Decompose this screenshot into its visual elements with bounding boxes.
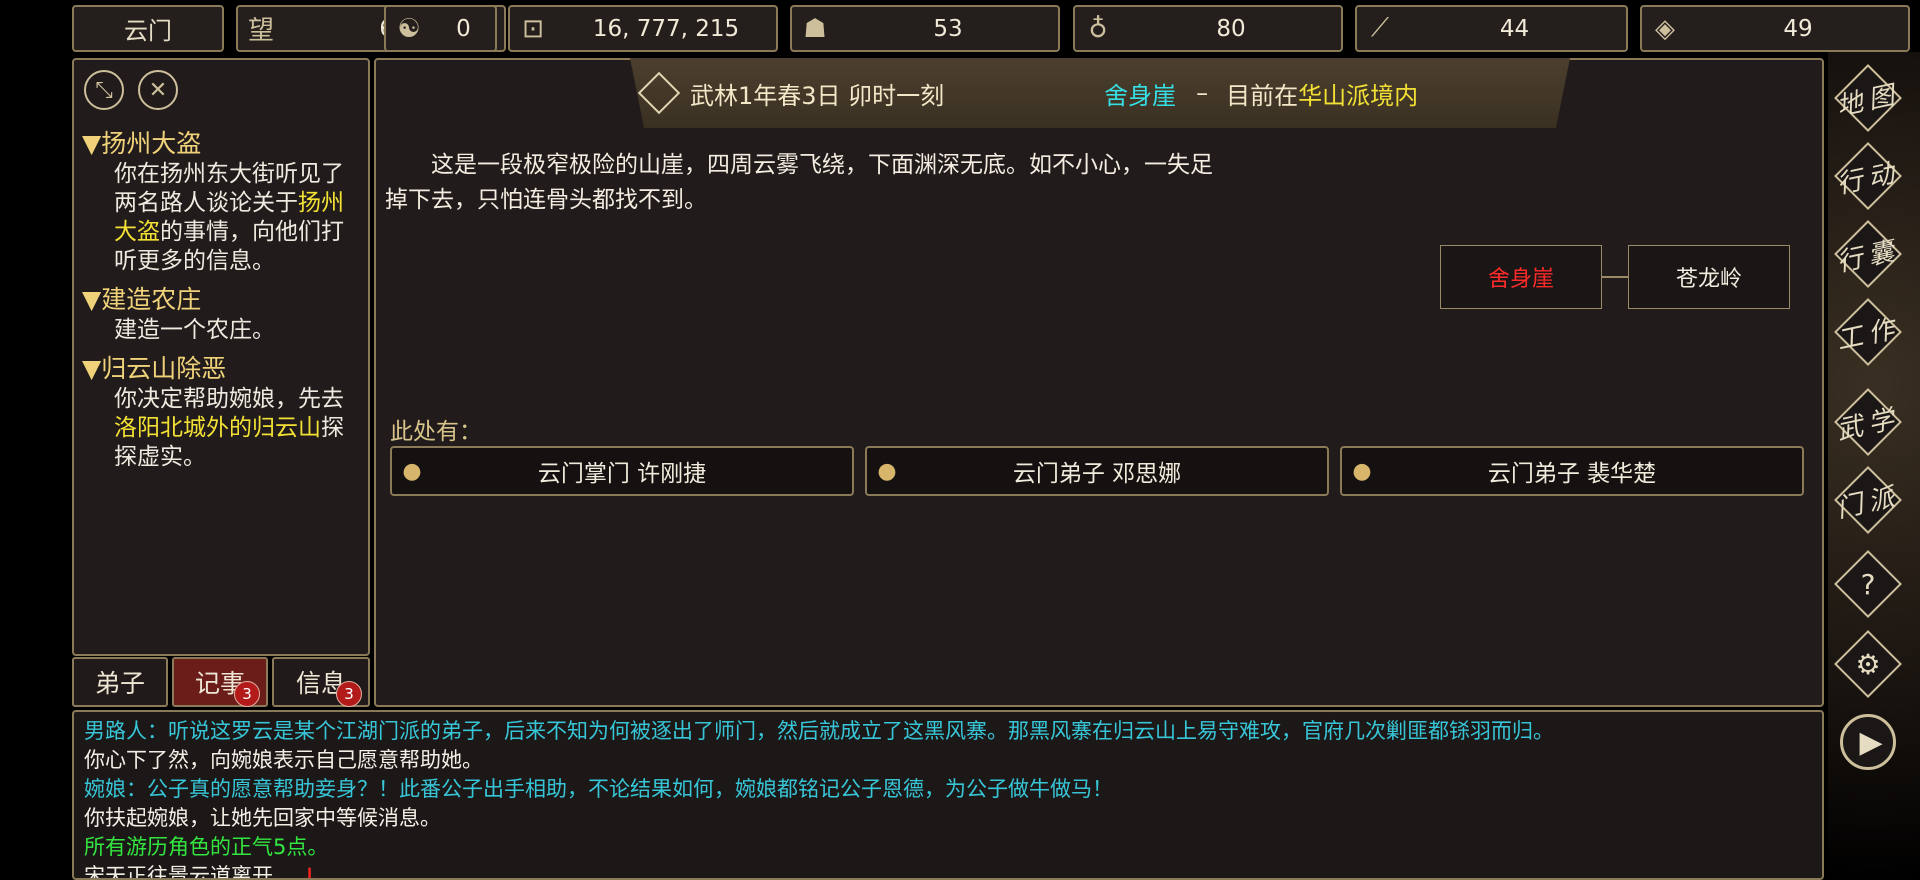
quest-item[interactable]: ▼归云山除恶 你决定帮助婉娘，先去洛阳北城外的归云山探探虚实。 <box>82 349 364 472</box>
quest-desc: 你决定帮助婉娘，先去洛阳北城外的归云山探探虚实。 <box>114 386 344 470</box>
quest-list: ▼扬州大盗 你在扬州东大街听见了两名路人谈论关于扬州大盗的事情，向他们打听更多的… <box>82 120 364 472</box>
stat-value: 0 <box>456 15 471 42</box>
menu-work[interactable]: 工作 <box>1832 298 1904 366</box>
log-line: 男路人：听说这罗云是某个江湖门派的弟子，后来不知为何被逐出了师门，然后就成立了这… <box>84 719 1554 743</box>
current-location: 舍身崖 <box>1104 81 1177 110</box>
npc-button[interactable]: ● 云门弟子 邓思娜 <box>865 446 1329 496</box>
stat-wood[interactable]: ⟋ 44 <box>1355 5 1628 52</box>
stat-value: 80 <box>1216 15 1246 42</box>
tab-messages[interactable]: 信息 3 <box>272 657 370 707</box>
help-button[interactable]: ? <box>1832 550 1904 618</box>
current-region: 华山派境内 <box>1298 81 1419 110</box>
npc-name: 云门弟子 裴华楚 <box>1487 461 1657 487</box>
quest-highlight: 洛阳北城外的归云山 <box>114 415 321 441</box>
menu-action[interactable]: 行动 <box>1832 142 1904 210</box>
log-line: 你心下了然，向婉娘表示自己愿意帮助她。 <box>84 748 483 772</box>
tab-journal[interactable]: 记事 3 <box>172 657 268 707</box>
menu-label: 地图 <box>1834 79 1903 122</box>
settings-button[interactable]: ⚙ <box>1832 630 1904 698</box>
notification-badge: 3 <box>336 681 362 707</box>
log-line: 所有游历角色的正气5点。 <box>84 835 329 859</box>
gourd-icon: ♁ <box>1088 13 1108 44</box>
map-node-exit[interactable]: 苍龙岭 <box>1628 245 1790 309</box>
time-location-banner: 武林1年春3日 卯时一刻 舍身崖 – 目前在 华山派境内 <box>630 58 1570 128</box>
message-log[interactable]: 男路人：听说这罗云是某个江湖门派的弟子，后来不知为何被逐出了师门，然后就成立了这… <box>72 710 1824 880</box>
quest-desc: 建造一个农庄。 <box>114 317 275 343</box>
npc-button[interactable]: ● 云门弟子 裴华楚 <box>1340 446 1804 496</box>
map-connector <box>1602 276 1628 278</box>
menu-map[interactable]: 地图 <box>1832 64 1904 132</box>
sect-name: 云门 <box>124 17 172 45</box>
tab-label: 弟子 <box>94 669 145 698</box>
region-prefix: 目前在 <box>1226 81 1299 110</box>
menu-label: 行囊 <box>1834 235 1903 278</box>
map-node-label: 舍身崖 <box>1487 267 1554 292</box>
prestige-icon: 望 <box>247 16 274 46</box>
play-button[interactable]: ▶ <box>1832 712 1904 772</box>
separator: – <box>1196 79 1209 107</box>
sect-name-box[interactable]: 云门 <box>72 5 224 52</box>
close-icon[interactable]: ✕ <box>138 70 178 110</box>
map-node-label: 苍龙岭 <box>1675 267 1742 292</box>
stat-coins[interactable]: ⊡ 16, 777, 215 <box>508 5 778 52</box>
stone-icon: ◈ <box>1655 13 1675 44</box>
menu-label: 行动 <box>1834 157 1903 200</box>
quest-title: ▼建造农庄 <box>82 285 202 314</box>
stat-stone[interactable]: ◈ 49 <box>1640 5 1910 52</box>
npc-name: 云门掌门 许刚捷 <box>537 461 707 487</box>
person-icon: ● <box>1352 458 1372 484</box>
game-date: 武林1年春3日 卯时一刻 <box>690 81 945 110</box>
notification-badge: 3 <box>234 681 260 707</box>
npc-name: 云门弟子 邓思娜 <box>1012 461 1182 487</box>
quest-desc: 你在扬州东大街听见了两名路人谈论关于扬州大盗的事情，向他们打听更多的信息。 <box>114 161 344 274</box>
collapse-all-icon[interactable]: ⤡ <box>84 70 124 110</box>
yinyang-icon: ☯ <box>397 13 421 44</box>
menu-martial-arts[interactable]: 武学 <box>1832 388 1904 456</box>
menu-label: 武学 <box>1834 403 1903 446</box>
quest-panel: ⤡ ✕ ▼扬州大盗 你在扬州东大街听见了两名路人谈论关于扬州大盗的事情，向他们打… <box>72 58 370 656</box>
scroll-down-arrow-icon[interactable]: ↓ <box>301 864 319 878</box>
quest-title: ▼归云山除恶 <box>82 354 227 383</box>
person-icon: ● <box>877 458 897 484</box>
wood-icon: ⟋ <box>1370 13 1390 43</box>
npc-button[interactable]: ● 云门掌门 许刚捷 <box>390 446 854 496</box>
quest-item[interactable]: ▼建造农庄 建造一个农庄。 <box>82 280 364 345</box>
stat-value: 53 <box>933 15 963 42</box>
here-label: 此处有： <box>390 419 482 445</box>
coin-icon: ⊡ <box>522 13 544 44</box>
compass-icon <box>637 71 681 115</box>
quest-item[interactable]: ▼扬州大盗 你在扬州东大街听见了两名路人谈论关于扬州大盗的事情，向他们打听更多的… <box>82 124 364 276</box>
menu-bag[interactable]: 行囊 <box>1832 220 1904 288</box>
map-node-current[interactable]: 舍身崖 <box>1440 245 1602 309</box>
menu-label: 工作 <box>1834 313 1903 356</box>
gear-icon: ⚙ <box>1855 647 1881 681</box>
help-icon: ? <box>1860 567 1876 601</box>
menu-label: 门派 <box>1834 481 1903 524</box>
stat-value: 44 <box>1499 15 1530 42</box>
log-line-latest: 宋天正往景云道离开。 ↓ <box>84 862 1812 878</box>
quest-title: ▼扬州大盗 <box>82 129 202 158</box>
stat-value: 16, 777, 215 <box>592 15 740 42</box>
stat-value: 49 <box>1783 15 1813 42</box>
location-description: 这是一段极窄极险的山崖，四周云雾飞绕，下面渊深无底。如不小心，一失足掉下去，只怕… <box>385 152 1213 213</box>
food-bowl-icon: ☗ <box>803 13 827 44</box>
menu-sect[interactable]: 门派 <box>1832 466 1904 534</box>
play-icon: ▶ <box>1859 724 1883 760</box>
stat-food[interactable]: ☗ 53 <box>790 5 1060 52</box>
log-line: 婉娘：公子真的愿意帮助妾身？！此番公子出手相助，不论结果如何，婉娘都铭记公子恩德… <box>84 777 1113 801</box>
tab-disciples[interactable]: 弟子 <box>72 657 168 707</box>
log-line: 你扶起婉娘，让她先回家中等候消息。 <box>84 806 441 830</box>
stat-medicine[interactable]: ♁ 80 <box>1073 5 1343 52</box>
stat-yinyang[interactable]: ☯ 0 <box>384 5 497 52</box>
person-icon: ● <box>402 458 422 484</box>
